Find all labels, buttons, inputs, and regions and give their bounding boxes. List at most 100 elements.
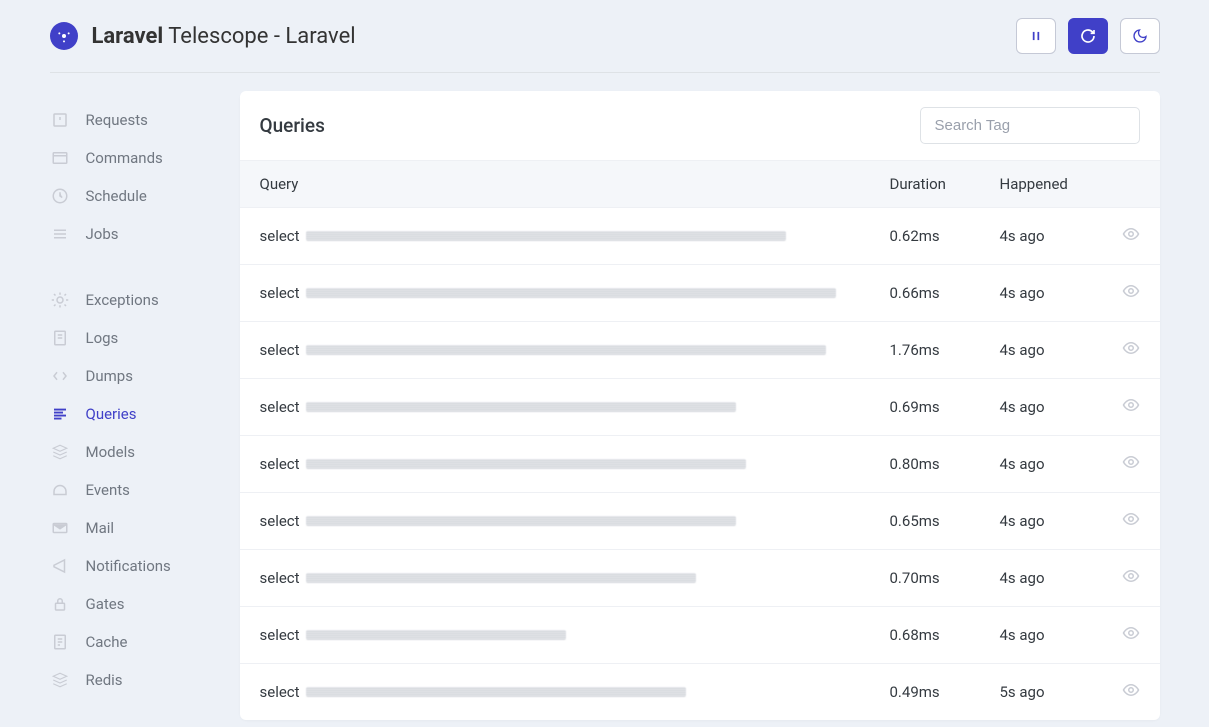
- dumps-icon: [50, 366, 70, 386]
- exceptions-icon: [50, 290, 70, 310]
- search-input[interactable]: [920, 107, 1140, 144]
- view-button[interactable]: [1122, 624, 1140, 646]
- sidebar-item-label: Cache: [86, 633, 128, 651]
- card-title: Queries: [260, 114, 325, 137]
- sidebar-item-cache[interactable]: Cache: [50, 623, 240, 661]
- query-prefix: select: [260, 284, 300, 302]
- query-cell: select: [260, 398, 890, 416]
- sidebar-item-exceptions[interactable]: Exceptions: [50, 281, 240, 319]
- query-cell: select: [260, 455, 890, 473]
- sidebar-item-label: Logs: [86, 329, 119, 347]
- sidebar-item-label: Redis: [86, 671, 123, 689]
- moon-icon: [1132, 28, 1148, 44]
- query-prefix: select: [260, 227, 300, 245]
- sidebar-item-events[interactable]: Events: [50, 471, 240, 509]
- query-blurred: [306, 630, 566, 640]
- query-cell: select: [260, 284, 890, 302]
- query-prefix: select: [260, 512, 300, 530]
- sidebar-item-label: Schedule: [86, 187, 147, 205]
- queries-icon: [50, 404, 70, 424]
- view-button[interactable]: [1122, 282, 1140, 304]
- query-cell: select: [260, 569, 890, 587]
- header-actions: [1016, 18, 1160, 54]
- table-row: select0.80ms4s ago: [240, 435, 1160, 492]
- query-prefix: select: [260, 683, 300, 701]
- happened-cell: 4s ago: [1000, 398, 1100, 416]
- query-cell: select: [260, 227, 890, 245]
- sidebar-item-schedule[interactable]: Schedule: [50, 177, 240, 215]
- query-blurred: [306, 687, 686, 697]
- sidebar-item-queries[interactable]: Queries: [50, 395, 240, 433]
- sidebar-item-logs[interactable]: Logs: [50, 319, 240, 357]
- sidebar-item-jobs[interactable]: Jobs: [50, 215, 240, 253]
- redis-icon: [50, 670, 70, 690]
- table-row: select 1.76ms4s ago: [240, 321, 1160, 378]
- refresh-button[interactable]: [1068, 18, 1108, 54]
- col-happened: Happened: [1000, 175, 1100, 193]
- duration-cell: 0.62ms: [890, 227, 1000, 245]
- pause-icon: [1029, 29, 1043, 43]
- table-row: select0.69ms4s ago: [240, 378, 1160, 435]
- sidebar-item-dumps[interactable]: Dumps: [50, 357, 240, 395]
- table-row: select0.70ms4s ago: [240, 549, 1160, 606]
- main: Queries Query Duration Happened select0.…: [240, 91, 1160, 727]
- commands-icon: [50, 148, 70, 168]
- view-button[interactable]: [1122, 681, 1140, 703]
- duration-cell: 0.65ms: [890, 512, 1000, 530]
- jobs-icon: [50, 224, 70, 244]
- sidebar-item-redis[interactable]: Redis: [50, 661, 240, 699]
- sidebar-item-label: Exceptions: [86, 291, 159, 309]
- cache-icon: [50, 632, 70, 652]
- sidebar-item-label: Requests: [86, 111, 148, 129]
- sidebar-item-gates[interactable]: Gates: [50, 585, 240, 623]
- gates-icon: [50, 594, 70, 614]
- col-duration: Duration: [890, 175, 1000, 193]
- happened-cell: 4s ago: [1000, 341, 1100, 359]
- query-cell: select: [260, 683, 890, 701]
- query-cell: select: [260, 626, 890, 644]
- view-button[interactable]: [1122, 339, 1140, 361]
- table-row: select0.65ms4s ago: [240, 492, 1160, 549]
- sidebar-item-notifications[interactable]: Notifications: [50, 547, 240, 585]
- query-cell: select: [260, 341, 890, 359]
- happened-cell: 4s ago: [1000, 227, 1100, 245]
- models-icon: [50, 442, 70, 462]
- happened-cell: 4s ago: [1000, 455, 1100, 473]
- table-row: select0.68ms4s ago: [240, 606, 1160, 663]
- query-prefix: select: [260, 626, 300, 644]
- happened-cell: 5s ago: [1000, 683, 1100, 701]
- dark-mode-button[interactable]: [1120, 18, 1160, 54]
- sidebar-item-models[interactable]: Models: [50, 433, 240, 471]
- sidebar-item-mail[interactable]: Mail: [50, 509, 240, 547]
- duration-cell: 0.66ms: [890, 284, 1000, 302]
- queries-card: Queries Query Duration Happened select0.…: [240, 91, 1160, 720]
- view-button[interactable]: [1122, 453, 1140, 475]
- duration-cell: 0.68ms: [890, 626, 1000, 644]
- query-blurred: [306, 288, 836, 298]
- brand: Laravel Telescope - Laravel: [50, 22, 356, 50]
- page-title: Laravel Telescope - Laravel: [92, 24, 356, 49]
- sidebar-item-commands[interactable]: Commands: [50, 139, 240, 177]
- sidebar-item-label: Mail: [86, 519, 115, 537]
- view-button[interactable]: [1122, 567, 1140, 589]
- mail-icon: [50, 518, 70, 538]
- sidebar-item-label: Jobs: [86, 225, 119, 243]
- view-button[interactable]: [1122, 396, 1140, 418]
- view-button[interactable]: [1122, 225, 1140, 247]
- query-blurred: [306, 402, 736, 412]
- sidebar-item-label: Queries: [86, 405, 137, 423]
- query-prefix: select: [260, 398, 300, 416]
- schedule-icon: [50, 186, 70, 206]
- table-row: select 0.66ms4s ago: [240, 264, 1160, 321]
- table-row: select 0.49ms5s ago: [240, 663, 1160, 720]
- duration-cell: 0.49ms: [890, 683, 1000, 701]
- duration-cell: 1.76ms: [890, 341, 1000, 359]
- sidebar-item-label: Dumps: [86, 367, 133, 385]
- sidebar-item-label: Commands: [86, 149, 163, 167]
- pause-button[interactable]: [1016, 18, 1056, 54]
- sidebar-item-requests[interactable]: Requests: [50, 101, 240, 139]
- view-button[interactable]: [1122, 510, 1140, 532]
- happened-cell: 4s ago: [1000, 284, 1100, 302]
- query-prefix: select: [260, 341, 300, 359]
- query-cell: select: [260, 512, 890, 530]
